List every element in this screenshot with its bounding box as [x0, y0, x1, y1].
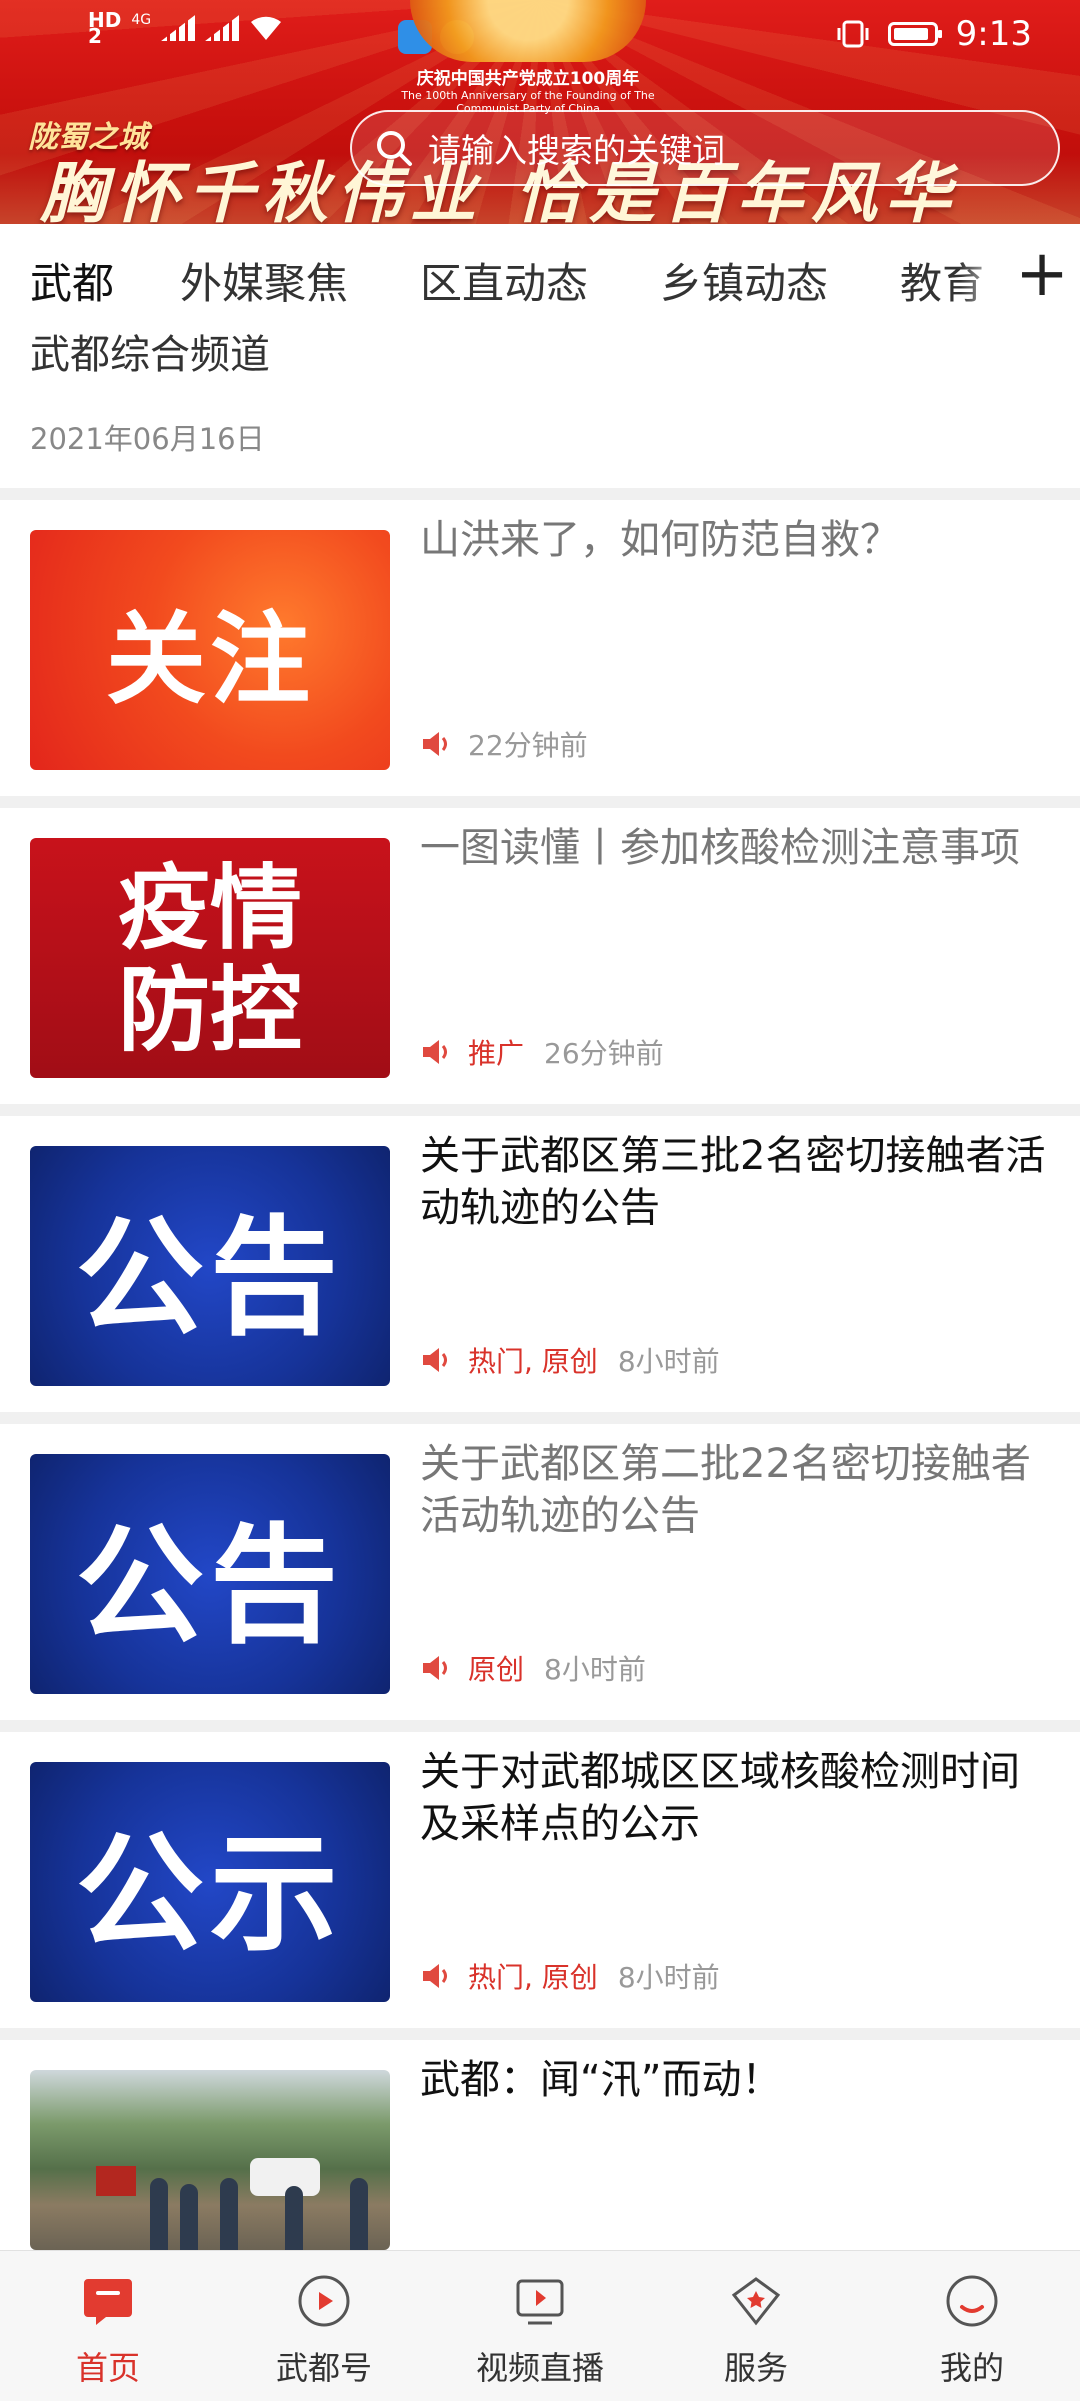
- news-tags: 热门, 原创: [468, 1345, 598, 1378]
- signal-icon: [161, 15, 196, 41]
- speaker-icon: [423, 1348, 447, 1372]
- news-time: 8小时前: [617, 1345, 720, 1378]
- channel-card[interactable]: 武都综合频道 2021年06月16日: [0, 312, 1080, 488]
- play-circle-icon: [298, 2275, 350, 2327]
- news-time: 8小时前: [617, 1961, 720, 1994]
- speaker-icon: [423, 732, 447, 756]
- tab-foreign-media[interactable]: 外媒聚焦: [180, 250, 348, 311]
- news-thumbnail: 关注: [30, 530, 390, 770]
- news-item[interactable]: 武都：闻“汛”而动！: [0, 2040, 1080, 2250]
- network-label: 4G: [131, 12, 152, 28]
- news-item[interactable]: 疫情防控 一图读懂丨参加核酸检测注意事项 推广 26分钟前: [0, 808, 1080, 1104]
- profile-icon: [946, 2275, 998, 2327]
- news-title: 关于对武都城区区域核酸检测时间及采样点的公示: [420, 1749, 1020, 1847]
- news-meta: 热门, 原创 8小时前: [420, 1340, 720, 1380]
- nav-profile-label: 我的: [939, 2349, 1004, 2387]
- news-item[interactable]: 关注 山洪来了，如何防范自救？ 22分钟前: [0, 500, 1080, 796]
- signal-2-icon: [205, 15, 240, 41]
- channel-date: 2021年06月16日: [30, 422, 265, 456]
- tab-township-news[interactable]: 乡镇动态: [660, 250, 828, 311]
- nav-profile[interactable]: 我的: [864, 2251, 1080, 2401]
- add-channel-button[interactable]: +: [1010, 238, 1074, 310]
- nav-wudu-hao[interactable]: 武都号: [216, 2251, 432, 2401]
- news-title: 关于武都区第三批2名密切接触者活动轨迹的公告: [420, 1133, 1046, 1231]
- tab-wudu[interactable]: 武都: [30, 250, 114, 311]
- news-time: 26分钟前: [544, 1037, 664, 1070]
- news-meta: 推广 26分钟前: [420, 1032, 664, 1072]
- news-thumbnail: 公告: [30, 1146, 390, 1386]
- clock: 9:13: [955, 14, 1032, 54]
- news-item[interactable]: 公告 关于武都区第二批22名密切接触者活动轨迹的公告 原创 8小时前: [0, 1424, 1080, 1720]
- news-photo: [30, 2070, 390, 2250]
- nav-home[interactable]: 首页: [0, 2251, 216, 2401]
- home-icon: [84, 2279, 132, 2325]
- news-item[interactable]: 公告 关于武都区第三批2名密切接触者活动轨迹的公告 热门, 原创 8小时前: [0, 1116, 1080, 1412]
- nav-home-label: 首页: [75, 2349, 140, 2387]
- service-star-icon: [731, 2277, 781, 2326]
- nav-video-live[interactable]: 视频直播: [432, 2251, 648, 2401]
- header-banner: HD 2 4G 9:13 庆祝中国共产党成立100周年 The 100th Ann…: [0, 0, 1080, 224]
- anniversary-cn: 庆祝中国共产党成立100周年: [416, 69, 640, 89]
- news-meta: 热门, 原创 8小时前: [420, 1956, 720, 1996]
- nav-video-live-label: 视频直播: [475, 2349, 604, 2387]
- battery-icon: [887, 22, 942, 46]
- nav-wudu-hao-label: 武都号: [275, 2349, 372, 2387]
- news-thumbnail: 疫情防控: [30, 838, 390, 1078]
- news-tags: 原创: [468, 1653, 525, 1686]
- news-tags: 热门, 原创: [468, 1961, 598, 1994]
- news-title: 武都：闻“汛”而动！: [420, 2057, 782, 2103]
- news-tags: 推广: [468, 1037, 525, 1070]
- wifi-icon: [251, 16, 282, 40]
- news-title: 一图读懂丨参加核酸检测注意事项: [420, 825, 1020, 871]
- news-item[interactable]: 公示 关于对武都城区区域核酸检测时间及采样点的公示 热门, 原创 8小时前: [0, 1732, 1080, 2028]
- news-meta: 原创 8小时前: [420, 1648, 646, 1688]
- news-time: 22分钟前: [468, 729, 588, 762]
- vibrate-icon: [837, 20, 869, 48]
- speaker-icon: [423, 1040, 447, 1064]
- search-placeholder: 请输入搜索的关键词: [428, 131, 725, 170]
- hd-indicator: HD 2: [88, 8, 122, 48]
- bottom-navigation: 首页 武都号 视频直播 服务 我的: [0, 2250, 1080, 2401]
- channel-title: 武都综合频道: [30, 332, 270, 378]
- tab-district-news[interactable]: 区直动态: [420, 250, 588, 311]
- news-title: 关于武都区第二批22名密切接触者活动轨迹的公告: [420, 1441, 1031, 1539]
- search-icon: [377, 131, 412, 166]
- speaker-icon: [423, 1964, 447, 1988]
- nav-service[interactable]: 服务: [648, 2251, 864, 2401]
- search-input[interactable]: 请输入搜索的关键词: [350, 110, 1060, 186]
- nav-service-label: 服务: [723, 2349, 788, 2387]
- news-title: 山洪来了，如何防范自救？: [420, 517, 900, 563]
- news-meta: 22分钟前: [420, 724, 588, 764]
- video-live-icon: [516, 2279, 564, 2325]
- news-time: 8小时前: [544, 1653, 646, 1686]
- news-thumbnail: 公告: [30, 1454, 390, 1694]
- news-thumbnail: 公示: [30, 1762, 390, 2002]
- speaker-icon: [423, 1656, 447, 1680]
- party-100-emblem-icon: [410, 0, 646, 62]
